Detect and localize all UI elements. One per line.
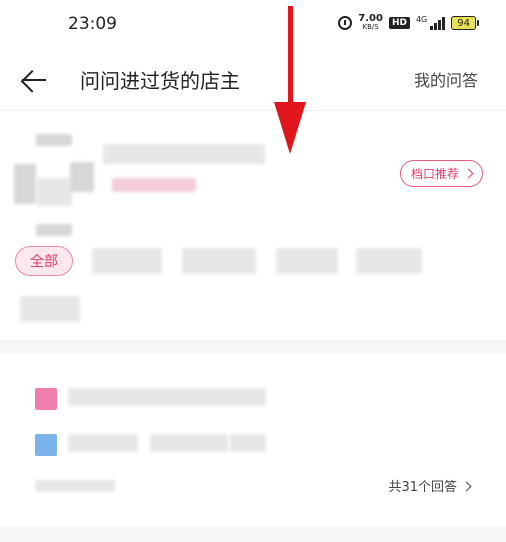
stall-recommend-label: 档口推荐 [411, 167, 460, 181]
page-title: 问问进过货的店主 [80, 69, 240, 93]
total-answers-link[interactable]: 共31个回答 [388, 476, 472, 495]
hd-icon: HD [388, 17, 410, 29]
network-speed-value: 7.00 [358, 13, 383, 24]
answer-icon [35, 434, 57, 456]
filter-tag-all[interactable]: 全部 [15, 246, 73, 276]
battery-icon: 94 [451, 16, 479, 30]
filter-tag[interactable] [182, 248, 256, 274]
answer-text [230, 434, 266, 452]
signal-icon: 4G [415, 15, 446, 30]
answer-text [68, 434, 138, 452]
bottom-gap [0, 526, 506, 542]
chevron-right-icon [461, 481, 472, 492]
chevron-right-icon [463, 168, 474, 179]
network-speed-unit: KB/S [362, 23, 379, 31]
back-arrow-icon[interactable] [18, 65, 48, 95]
shop-name [103, 144, 265, 164]
filter-tag[interactable] [276, 248, 338, 274]
my-questions-link[interactable]: 我的问答 [414, 67, 478, 91]
filter-tag[interactable] [92, 248, 162, 274]
network-type: 4G [415, 15, 428, 24]
status-bar: 23:09 7.00 KB/S HD 4G 94 [0, 0, 506, 50]
total-answers-label: 共31个回答 [388, 480, 457, 495]
status-time: 23:09 [68, 14, 117, 34]
answer-text [150, 434, 228, 452]
stall-recommend-button[interactable]: 档口推荐 [400, 160, 484, 187]
alarm-icon [338, 16, 353, 30]
answer-meta [35, 480, 115, 492]
question-icon [35, 388, 57, 410]
question-text [68, 388, 266, 406]
filter-tag[interactable] [356, 248, 422, 274]
shop-tag [112, 178, 196, 192]
status-icons: 7.00 KB/S HD 4G 94 [338, 14, 479, 32]
section-gap [0, 340, 506, 354]
network-speed: 7.00 KB/S [358, 14, 383, 32]
nav-divider [0, 110, 506, 111]
shop-avatar [14, 134, 94, 236]
annotation-arrow-icon [274, 6, 306, 154]
nav-bar: 问问进过货的店主 我的问答 [0, 55, 506, 105]
filter-tag[interactable] [20, 296, 80, 322]
